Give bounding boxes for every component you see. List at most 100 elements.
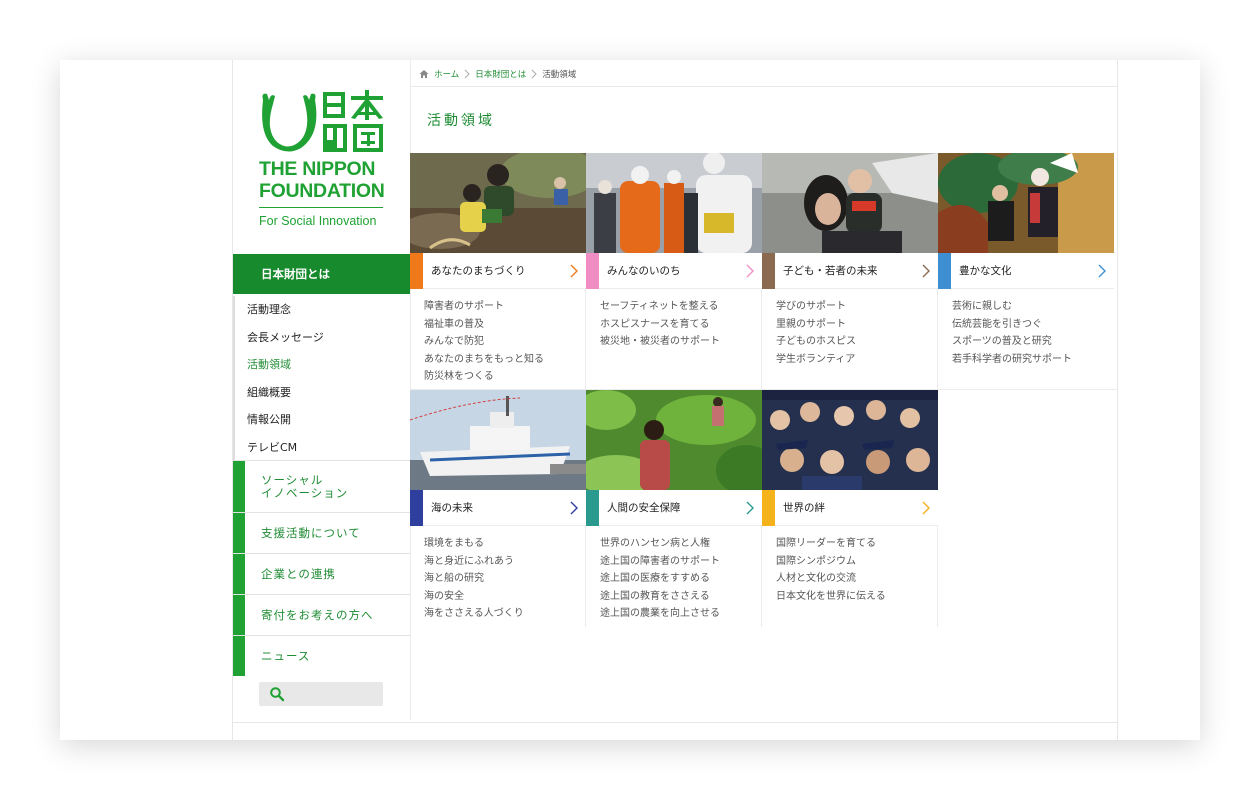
- area-link[interactable]: 福祉車の普及: [424, 316, 544, 334]
- area-link[interactable]: 日本文化を世界に伝える: [776, 588, 886, 606]
- area-links: 障害者のサポート 福祉車の普及 みんなで防犯 あなたのまちをもっと知る 防災林を…: [424, 298, 544, 386]
- area-link[interactable]: 海をささえる人づくり: [424, 605, 524, 623]
- area-link[interactable]: ホスピスナースを育てる: [600, 316, 720, 334]
- mother-child-photo[interactable]: [762, 153, 938, 253]
- mainnav-item-support-activities[interactable]: 支援活動について: [233, 512, 410, 553]
- search-input[interactable]: [259, 682, 383, 706]
- area-color-stripe: [586, 253, 599, 289]
- page-frame: THE NIPPON FOUNDATION For Social Innovat…: [232, 60, 1118, 740]
- logo-tagline: For Social Innovation: [259, 214, 377, 228]
- area-links: 芸術に親しむ 伝統芸能を引きつぐ スポーツの普及と研究 若手科学者の研究サポート: [952, 298, 1072, 368]
- subnav-item-disclosure[interactable]: 情報公開: [233, 406, 410, 434]
- area-link[interactable]: 途上国の教育をささえる: [600, 588, 720, 606]
- area-link[interactable]: 環境をまもる: [424, 535, 524, 553]
- area-link[interactable]: 世界のハンセン病と人権: [600, 535, 720, 553]
- area-label-bar[interactable]: みんなのいのち: [586, 253, 762, 289]
- area-label-bar[interactable]: 海の未来: [410, 490, 586, 526]
- subnav-item-activity-areas[interactable]: 活動領域: [233, 351, 410, 379]
- subnav-item-organization[interactable]: 組織概要: [233, 378, 410, 406]
- breadcrumb-divider: [410, 86, 1117, 87]
- area-link[interactable]: 途上国の障害者のサポート: [600, 553, 720, 571]
- mainnav-item-corporate[interactable]: 企業との連携: [233, 553, 410, 594]
- area-card: 子ども・若者の未来 学びのサポート 里親のサポート 子どものホスピス 学生ボラン…: [762, 153, 938, 390]
- area-color-stripe: [762, 253, 775, 289]
- area-card: 豊かな文化 芸術に親しむ 伝統芸能を引きつぐ スポーツの普及と研究 若手科学者の…: [938, 153, 1114, 390]
- area-links: 学びのサポート 里親のサポート 子どものホスピス 学生ボランティア: [776, 298, 856, 368]
- community-photo[interactable]: [410, 153, 586, 253]
- home-icon: [419, 70, 429, 78]
- sidebar-section-head[interactable]: 日本財団とは: [233, 254, 410, 294]
- area-color-stripe: [938, 253, 951, 289]
- subnav-item-tv-cm[interactable]: テレビCM: [233, 433, 410, 461]
- row-divider: [410, 389, 1117, 390]
- area-link[interactable]: 途上国の農業を向上させる: [600, 605, 720, 623]
- area-link[interactable]: 国際リーダーを育てる: [776, 535, 886, 553]
- area-link[interactable]: 若手科学者の研究サポート: [952, 351, 1072, 369]
- area-link[interactable]: 途上国の医療をすすめる: [600, 570, 720, 588]
- mainnav-item-news[interactable]: ニュース: [233, 635, 410, 676]
- graduates-photo[interactable]: [762, 390, 938, 490]
- area-link[interactable]: スポーツの普及と研究: [952, 333, 1072, 351]
- area-link[interactable]: あなたのまちをもっと知る: [424, 351, 544, 369]
- area-link[interactable]: 里親のサポート: [776, 316, 856, 334]
- logo-divider: [259, 207, 383, 208]
- patrol-ship-photo[interactable]: [410, 390, 586, 490]
- area-link[interactable]: 障害者のサポート: [424, 298, 544, 316]
- breadcrumb: ホーム 日本財団とは 活動領域: [419, 66, 576, 82]
- area-link[interactable]: 学生ボランティア: [776, 351, 856, 369]
- search-icon[interactable]: [269, 686, 285, 702]
- area-link[interactable]: 海の安全: [424, 588, 524, 606]
- area-links: セーフティネットを整える ホスピスナースを育てる 被災地・被災者のサポート: [600, 298, 720, 351]
- page-title: 活動領域: [427, 113, 495, 129]
- mainnav-item-label: ニュース: [261, 649, 311, 663]
- area-card: 世界の絆 国際リーダーを育てる 国際シンポジウム 人材と文化の交流 日本文化を世…: [762, 390, 938, 627]
- area-label-bar[interactable]: 人間の安全保障: [586, 490, 762, 526]
- nippon-foundation-logo-mark: [262, 90, 383, 152]
- area-label-bar[interactable]: 世界の絆: [762, 490, 938, 526]
- relief-workers-photo[interactable]: [586, 153, 762, 253]
- area-link[interactable]: 国際シンポジウム: [776, 553, 886, 571]
- chevron-right-icon: [570, 264, 578, 278]
- farm-field-photo[interactable]: [586, 390, 762, 490]
- subnav-item-chairman-message[interactable]: 会長メッセージ: [233, 323, 410, 351]
- area-card: 人間の安全保障 世界のハンセン病と人権 途上国の障害者のサポート 途上国の医療を…: [586, 390, 762, 627]
- area-color-stripe: [762, 490, 775, 526]
- breadcrumb-home-link[interactable]: ホーム: [434, 68, 459, 80]
- area-link[interactable]: 学びのサポート: [776, 298, 856, 316]
- area-links: 世界のハンセン病と人権 途上国の障害者のサポート 途上国の医療をすすめる 途上国…: [600, 535, 720, 623]
- area-link[interactable]: 海と船の研究: [424, 570, 524, 588]
- area-link[interactable]: 人材と文化の交流: [776, 570, 886, 588]
- area-title: 子ども・若者の未来: [783, 265, 878, 277]
- area-title: あなたのまちづくり: [431, 265, 526, 277]
- area-link[interactable]: 子どものホスピス: [776, 333, 856, 351]
- area-label-bar[interactable]: 子ども・若者の未来: [762, 253, 938, 289]
- subnav-item-philosophy[interactable]: 活動理念: [233, 296, 410, 324]
- mainnav-item-donation[interactable]: 寄付をお考えの方へ: [233, 594, 410, 635]
- area-link[interactable]: 伝統芸能を引きつぐ: [952, 316, 1072, 334]
- mainnav-item-social-innovation-line1: ソーシャル: [261, 472, 324, 487]
- area-label-bar[interactable]: あなたのまちづくり: [410, 253, 586, 289]
- area-link[interactable]: セーフティネットを整える: [600, 298, 720, 316]
- chevron-right-icon: [570, 501, 578, 515]
- area-color-stripe: [410, 490, 423, 526]
- logo-line-2: FOUNDATION: [259, 180, 385, 202]
- area-title: みんなのいのち: [607, 265, 681, 277]
- logo-line-1: THE NIPPON: [259, 158, 376, 180]
- nippon-foundation-logo[interactable]: THE NIPPON FOUNDATION For Social Innovat…: [259, 90, 385, 230]
- traditional-arts-photo[interactable]: [938, 153, 1114, 253]
- mainnav-item-label: 支援活動について: [261, 526, 361, 540]
- area-link[interactable]: 防災林をつくる: [424, 368, 544, 386]
- chevron-right-icon: [531, 69, 537, 79]
- mainnav-item-label: 企業との連携: [261, 567, 336, 581]
- area-link[interactable]: 芸術に親しむ: [952, 298, 1072, 316]
- mainnav-item-social-innovation[interactable]: ソーシャル イノベーション: [233, 460, 410, 512]
- area-links: 環境をまもる 海と身近にふれあう 海と船の研究 海の安全 海をささえる人づくり: [424, 535, 524, 623]
- area-label-bar[interactable]: 豊かな文化: [938, 253, 1114, 289]
- footer-divider: [233, 722, 1117, 723]
- area-link[interactable]: みんなで防犯: [424, 333, 544, 351]
- breadcrumb-parent-link[interactable]: 日本財団とは: [475, 68, 526, 80]
- area-link[interactable]: 海と身近にふれあう: [424, 553, 524, 571]
- area-title: 世界の絆: [783, 502, 825, 514]
- area-link[interactable]: 被災地・被災者のサポート: [600, 333, 720, 351]
- area-color-stripe: [410, 253, 423, 289]
